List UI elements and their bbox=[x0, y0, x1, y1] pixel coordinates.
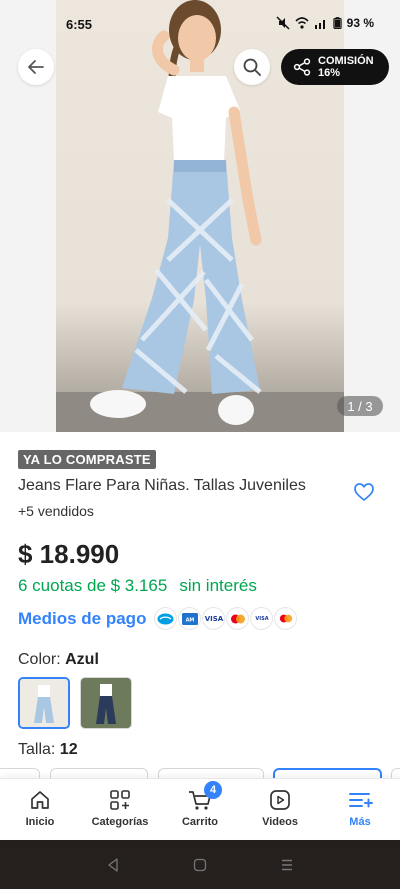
image-counter: 1 / 3 bbox=[337, 396, 383, 416]
back-button[interactable] bbox=[18, 49, 54, 85]
size-label: Talla: 12 bbox=[18, 741, 78, 758]
size-value: 12 bbox=[59, 741, 78, 758]
product-screen: 6:55 93 % COMISIÓN 16% 1 / 3 YA LO COMPR… bbox=[0, 0, 400, 889]
bottom-navigation: Inicio Categorías 4 Carrito Videos Más bbox=[0, 778, 400, 839]
system-recents-icon[interactable] bbox=[279, 857, 295, 873]
sold-count: +5 vendidos bbox=[18, 503, 94, 519]
search-button[interactable] bbox=[234, 49, 270, 85]
system-navigation-bar bbox=[0, 840, 400, 889]
status-bar: 6:55 93 % bbox=[0, 0, 400, 52]
svg-text:AM: AM bbox=[186, 617, 195, 623]
nav-label-inicio: Inicio bbox=[25, 816, 55, 828]
mute-icon bbox=[276, 16, 290, 30]
nav-item-carrito[interactable]: 4 Carrito bbox=[160, 779, 240, 839]
installments-info: 6 cuotas de $ 3.165 sin interés bbox=[18, 576, 257, 596]
purchased-badge: YA LO COMPRASTE bbox=[18, 450, 156, 469]
mercadopago-icon bbox=[154, 607, 178, 630]
swatch-image-dark bbox=[81, 678, 131, 728]
payment-icons: AM VISA VISA bbox=[154, 607, 298, 630]
status-icons: 93 % bbox=[276, 16, 374, 30]
mastercard-icon bbox=[226, 607, 250, 630]
swatch-image-azul bbox=[20, 679, 68, 727]
video-icon bbox=[270, 790, 290, 810]
color-swatch-dark[interactable] bbox=[80, 677, 132, 729]
nav-label-carrito: Carrito bbox=[181, 816, 219, 828]
nav-item-videos[interactable]: Videos bbox=[240, 779, 320, 839]
nav-label-mas: Más bbox=[349, 816, 371, 828]
installments-amount: 6 cuotas de $ 3.165 bbox=[18, 576, 168, 595]
installments-interest: sin interés bbox=[179, 576, 257, 595]
commission-label: COMISIÓN bbox=[318, 55, 374, 67]
payment-methods-link[interactable]: Medios de pago bbox=[18, 609, 146, 629]
nav-label-categorias: Categorías bbox=[91, 816, 149, 828]
nav-item-inicio[interactable]: Inicio bbox=[0, 779, 80, 839]
color-value: Azul bbox=[65, 651, 99, 668]
cart-count-badge: 4 bbox=[204, 781, 222, 799]
visa-debit-icon: VISA bbox=[250, 607, 274, 630]
battery-level: 93 % bbox=[346, 16, 374, 30]
visa-icon: VISA bbox=[202, 607, 226, 630]
amex-icon: AM bbox=[178, 607, 202, 630]
search-icon bbox=[243, 58, 261, 76]
color-swatch-azul[interactable] bbox=[18, 677, 70, 729]
product-title: Jeans Flare Para Niñas. Tallas Juveniles bbox=[18, 477, 306, 494]
commission-value: 16% bbox=[318, 67, 341, 79]
color-label: Color: Azul bbox=[18, 651, 99, 668]
mastercard-debit-icon bbox=[274, 607, 298, 630]
product-price: $ 18.990 bbox=[18, 539, 120, 569]
payment-methods-row[interactable]: Medios de pago AM VISA VISA bbox=[18, 607, 298, 630]
menu-plus-icon bbox=[349, 793, 373, 808]
system-back-icon[interactable] bbox=[105, 857, 121, 873]
system-home-icon[interactable] bbox=[192, 857, 208, 873]
status-time: 6:55 bbox=[66, 17, 93, 32]
signal-icon bbox=[314, 20, 325, 29]
share-icon bbox=[293, 58, 311, 76]
home-icon bbox=[31, 791, 49, 809]
nav-item-categorias[interactable]: Categorías bbox=[80, 779, 160, 839]
battery-icon bbox=[333, 17, 342, 29]
categories-icon bbox=[110, 790, 130, 810]
nav-label-videos: Videos bbox=[262, 816, 298, 828]
favorite-heart-icon[interactable] bbox=[352, 480, 376, 504]
nav-item-mas[interactable]: Más bbox=[320, 779, 400, 839]
wifi-icon bbox=[295, 17, 309, 29]
commission-share-button[interactable]: COMISIÓN 16% bbox=[281, 49, 389, 85]
arrow-left-icon bbox=[28, 60, 44, 74]
